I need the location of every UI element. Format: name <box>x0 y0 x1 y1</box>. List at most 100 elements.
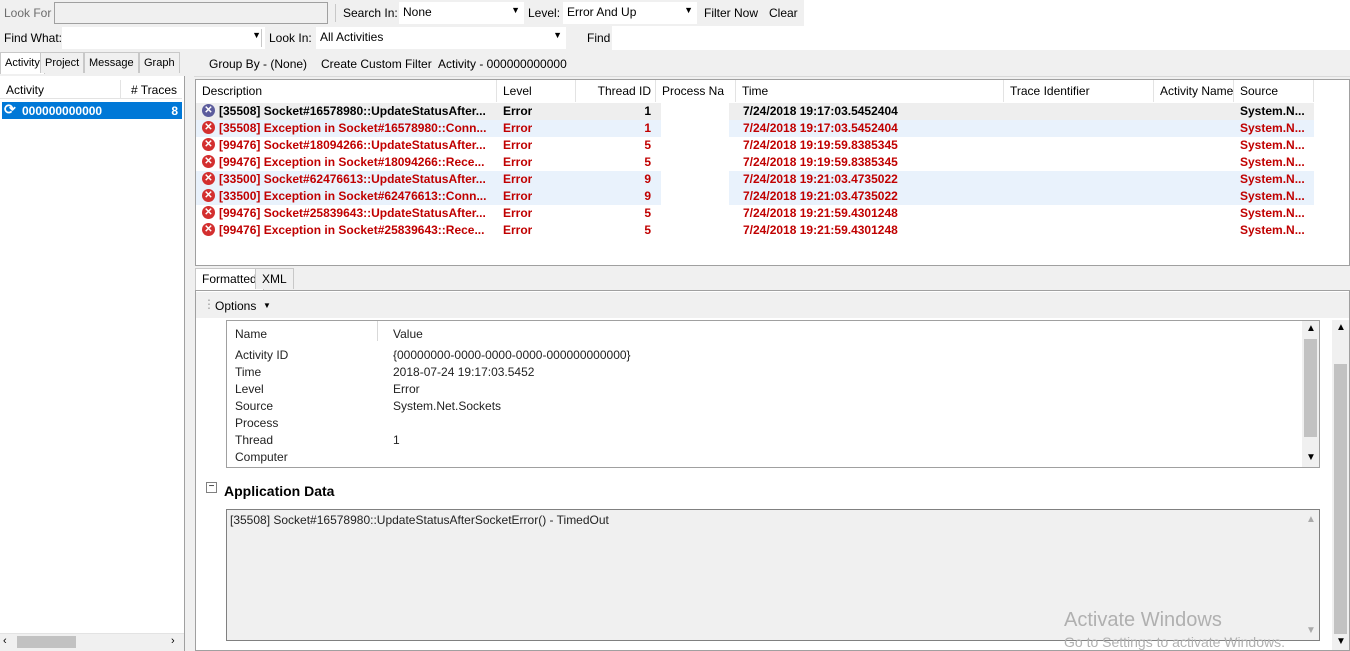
row-time: 7/24/2018 19:17:03.5452404 <box>743 104 898 118</box>
left-horizontal-scrollbar[interactable]: ‹ › <box>0 633 184 651</box>
find-button[interactable]: Find <box>587 31 610 45</box>
column-value: Value <box>393 327 423 341</box>
column-description[interactable]: Description <box>196 80 497 102</box>
property-row: Computer <box>235 450 288 467</box>
scroll-down-icon[interactable]: ▼ <box>1336 636 1346 647</box>
find-what-label: Find What: <box>4 31 63 45</box>
tab-activity[interactable]: Activity <box>0 52 45 74</box>
table-row[interactable]: ✕ [33500] Socket#62476613::UpdateStatusA… <box>196 171 1314 188</box>
activity-filter-label: Activity - 000000000000 <box>438 57 567 71</box>
row-level: Error <box>503 223 533 237</box>
look-in-dropdown[interactable]: All Activities ▼ <box>316 27 566 49</box>
scroll-down-icon[interactable]: ▼ <box>1306 625 1316 636</box>
look-for-input[interactable] <box>54 2 328 24</box>
scrollbar-thumb[interactable] <box>1334 364 1347 634</box>
table-row[interactable]: ✕ [99476] Exception in Socket#25839643::… <box>196 222 1314 239</box>
property-name: Level <box>235 382 264 396</box>
activity-list[interactable]: Activity # Traces ⟳ 000000000000 8 <box>0 76 185 651</box>
scrollbar-thumb[interactable] <box>17 636 76 648</box>
row-source: System.N... <box>1240 172 1305 186</box>
row-thread: 5 <box>644 206 651 220</box>
row-source: System.N... <box>1240 155 1305 169</box>
property-value: System.Net.Sockets <box>393 399 502 413</box>
row-level: Error <box>503 206 533 220</box>
row-description: [99476] Exception in Socket#18094266::Re… <box>219 155 485 169</box>
filter-now-button[interactable]: Filter Now <box>704 6 758 20</box>
table-row[interactable]: ✕ [99476] Socket#25839643::UpdateStatusA… <box>196 205 1314 222</box>
chevron-down-icon: ▼ <box>252 30 261 40</box>
property-value: 2018-07-24 19:17:03.5452 <box>393 365 535 379</box>
scroll-down-icon[interactable]: ▼ <box>1306 452 1316 463</box>
scroll-left-icon[interactable]: ‹ <box>3 635 7 647</box>
trace-info-icon: ✕ <box>202 104 215 117</box>
options-toolbar: ⋮ Options ▼ <box>196 292 1349 318</box>
find-what-dropdown[interactable]: ▼ <box>62 27 265 49</box>
scroll-up-icon[interactable]: ▲ <box>1336 322 1346 333</box>
activity-trace-count: 8 <box>171 104 178 118</box>
row-time: 7/24/2018 19:17:03.5452404 <box>743 121 898 135</box>
row-time: 7/24/2018 19:19:59.8385345 <box>743 155 898 169</box>
tab-message[interactable]: Message <box>84 52 139 73</box>
row-thread: 9 <box>644 189 651 203</box>
column-divider <box>120 80 121 98</box>
error-icon: ✕ <box>202 155 215 168</box>
property-name: Process <box>235 416 279 430</box>
column-time[interactable]: Time <box>736 80 1004 102</box>
column-level[interactable]: Level <box>497 80 576 102</box>
level-dropdown[interactable]: Error And Up ▼ <box>563 2 697 24</box>
column-trace-identifier[interactable]: Trace Identifier <box>1004 80 1154 102</box>
column-process-name[interactable]: Process Na <box>656 80 736 102</box>
row-process-redacted <box>661 103 729 120</box>
table-row[interactable]: ✕ [99476] Exception in Socket#18094266::… <box>196 154 1314 171</box>
trace-grid[interactable]: Description Level Thread ID Process Na T… <box>195 79 1350 266</box>
scroll-up-icon[interactable]: ▲ <box>1306 514 1316 525</box>
tab-formatted[interactable]: Formatted <box>195 268 264 291</box>
scroll-right-icon[interactable]: › <box>171 635 175 647</box>
group-by-button[interactable]: Group By - (None) <box>209 57 307 71</box>
property-row: Source System.Net.Sockets <box>235 399 501 416</box>
search-in-dropdown[interactable]: None ▼ <box>399 2 524 24</box>
look-in-label: Look In: <box>269 31 312 45</box>
collapse-icon[interactable]: − <box>206 482 217 493</box>
chevron-down-icon: ▼ <box>263 301 271 310</box>
row-source: System.N... <box>1240 206 1305 220</box>
chevron-down-icon: ▼ <box>511 5 520 15</box>
table-row[interactable]: ✕ [35508] Socket#16578980::UpdateStatusA… <box>196 103 1314 120</box>
row-thread: 1 <box>644 121 651 135</box>
application-data-value: [35508] Socket#16578980::UpdateStatusAft… <box>230 513 609 527</box>
create-custom-filter-button[interactable]: Create Custom Filter <box>321 57 432 71</box>
application-data-scrollbar[interactable]: ▲ ▼ <box>1302 510 1319 640</box>
scroll-up-icon[interactable]: ▲ <box>1306 323 1316 334</box>
tab-xml[interactable]: XML <box>255 268 294 289</box>
list-item[interactable]: ⟳ 000000000000 8 <box>2 101 182 119</box>
scrollbar-thumb[interactable] <box>1304 339 1317 437</box>
activation-watermark-title: Activate Windows <box>1064 609 1222 631</box>
properties-table[interactable]: Name Value Activity ID {00000000-0000-000… <box>226 320 1320 468</box>
row-description: [99476] Socket#18094266::UpdateStatusAft… <box>219 138 486 152</box>
column-activity-name[interactable]: Activity Name <box>1154 80 1234 102</box>
tab-project[interactable]: Project <box>40 52 85 73</box>
activity-cycle-icon: ⟳ <box>4 101 16 117</box>
splitter[interactable] <box>185 76 194 651</box>
column-activity[interactable]: Activity <box>6 83 44 97</box>
properties-scrollbar[interactable]: ▲ ▼ <box>1302 321 1319 467</box>
column-source[interactable]: Source <box>1234 80 1314 102</box>
row-description: [33500] Exception in Socket#62476613::Co… <box>219 189 487 203</box>
detail-scrollbar[interactable]: ▲ ▼ <box>1332 320 1349 650</box>
row-time: 7/24/2018 19:21:03.4735022 <box>743 172 898 186</box>
error-icon: ✕ <box>202 172 215 185</box>
tab-graph[interactable]: Graph <box>139 52 180 73</box>
error-icon: ✕ <box>202 206 215 219</box>
table-row[interactable]: ✕ [35508] Exception in Socket#16578980::… <box>196 120 1314 137</box>
column-name: Name <box>235 327 268 341</box>
table-row[interactable]: ✕ [99476] Socket#18094266::UpdateStatusA… <box>196 137 1314 154</box>
column-traces[interactable]: # Traces <box>131 83 177 97</box>
column-thread-id[interactable]: Thread ID <box>576 80 656 102</box>
row-level: Error <box>503 121 533 135</box>
options-button[interactable]: Options <box>215 299 256 313</box>
table-row[interactable]: ✕ [33500] Exception in Socket#62476613::… <box>196 188 1314 205</box>
property-row: Process <box>235 416 278 433</box>
property-value: Error <box>393 382 420 396</box>
row-description: [99476] Exception in Socket#25839643::Re… <box>219 223 485 237</box>
clear-button[interactable]: Clear <box>769 6 798 20</box>
